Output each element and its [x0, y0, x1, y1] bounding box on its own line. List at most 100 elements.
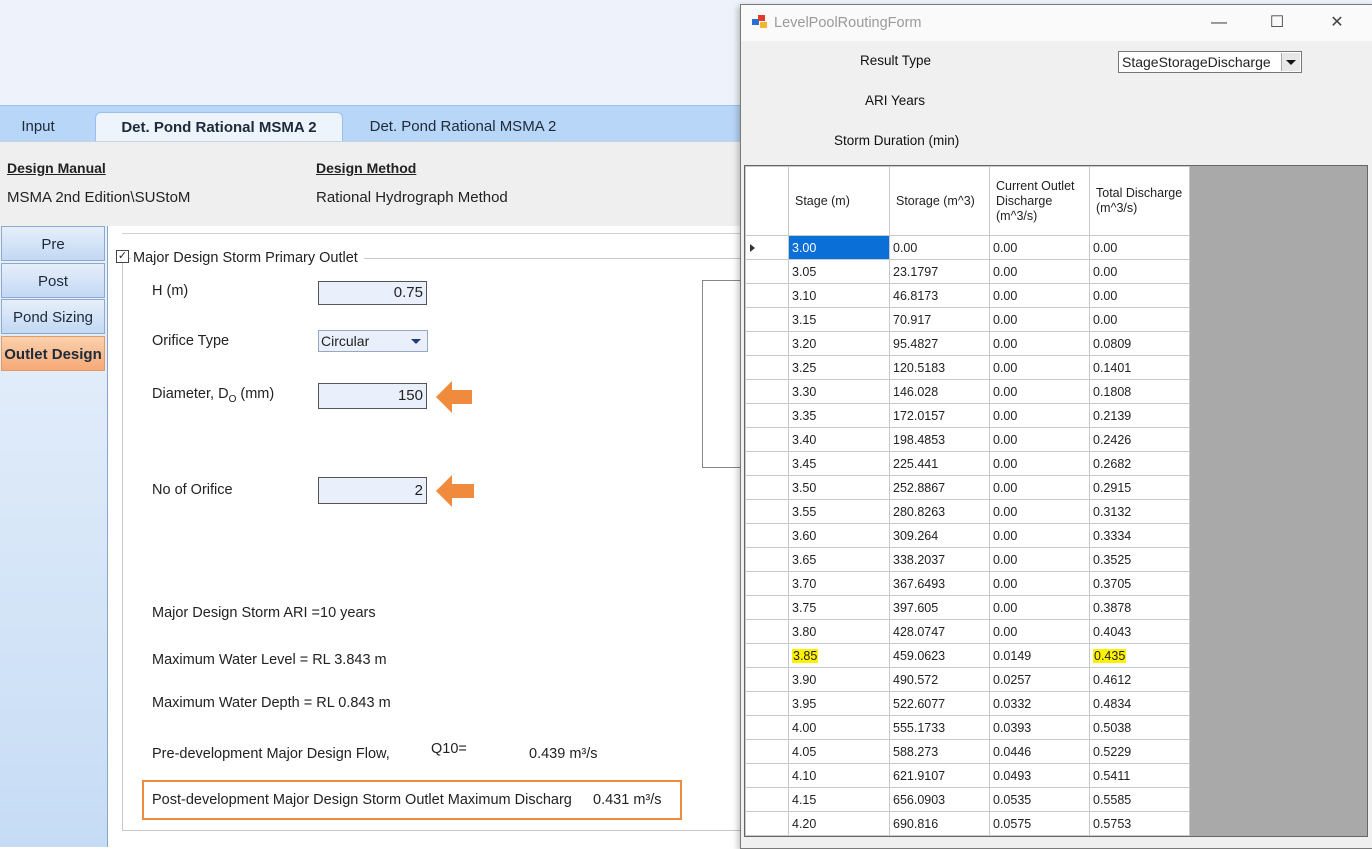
cell-current-discharge[interactable]: 0.00 [989, 475, 1090, 500]
cell-stage[interactable]: 3.10 [788, 283, 890, 308]
cell-current-discharge[interactable]: 0.0493 [989, 763, 1090, 788]
cell-stage[interactable]: 3.90 [788, 667, 890, 692]
no-orifice-input[interactable]: 2 [318, 477, 427, 504]
cell-current-discharge[interactable]: 0.00 [989, 523, 1090, 548]
row-header[interactable] [745, 811, 789, 836]
table-row[interactable]: 3.80 428.0747 0.00 0.4043 [745, 619, 1190, 644]
cell-total-discharge[interactable]: 0.4834 [1089, 691, 1190, 716]
table-row[interactable]: 3.90 490.572 0.0257 0.4612 [745, 667, 1190, 692]
row-header[interactable] [745, 643, 789, 668]
row-header[interactable] [745, 619, 789, 644]
row-header[interactable] [745, 763, 789, 788]
row-header[interactable] [745, 787, 789, 812]
cell-stage[interactable]: 3.80 [788, 619, 890, 644]
cell-storage[interactable]: 309.264 [889, 523, 990, 548]
cell-storage[interactable]: 490.572 [889, 667, 990, 692]
table-row[interactable]: 3.40 198.4853 0.00 0.2426 [745, 427, 1190, 452]
cell-total-discharge[interactable]: 0.5038 [1089, 715, 1190, 740]
cell-total-discharge[interactable]: 0.5585 [1089, 787, 1190, 812]
cell-storage[interactable]: 367.6493 [889, 571, 990, 596]
cell-total-discharge[interactable]: 0.1401 [1089, 355, 1190, 380]
row-header[interactable] [745, 739, 789, 764]
column-header-current-discharge[interactable]: Current Outlet Discharge (m^3/s) [989, 166, 1090, 236]
cell-storage[interactable]: 46.8173 [889, 283, 990, 308]
maximize-icon[interactable]: ☐ [1267, 13, 1287, 33]
cell-current-discharge[interactable]: 0.0332 [989, 691, 1090, 716]
table-row[interactable]: 3.65 338.2037 0.00 0.3525 [745, 547, 1190, 572]
cell-total-discharge[interactable]: 0.00 [1089, 259, 1190, 284]
cell-current-discharge[interactable]: 0.00 [989, 331, 1090, 356]
row-header[interactable] [745, 499, 789, 524]
table-row[interactable]: 3.85 459.0623 0.0149 0.435 [745, 643, 1190, 668]
row-header[interactable] [745, 259, 789, 284]
row-header[interactable] [745, 355, 789, 380]
cell-storage[interactable]: 70.917 [889, 307, 990, 332]
cell-total-discharge[interactable]: 0.435 [1089, 643, 1190, 668]
cell-stage[interactable]: 3.15 [788, 307, 890, 332]
nav-post[interactable]: Post [1, 263, 105, 298]
row-header[interactable] [745, 667, 789, 692]
cell-total-discharge[interactable]: 0.3878 [1089, 595, 1190, 620]
cell-current-discharge[interactable]: 0.00 [989, 403, 1090, 428]
cell-total-discharge[interactable]: 0.2426 [1089, 427, 1190, 452]
row-header[interactable] [745, 451, 789, 476]
cell-current-discharge[interactable]: 0.00 [989, 307, 1090, 332]
h-input[interactable]: 0.75 [318, 281, 427, 305]
cell-storage[interactable]: 172.0157 [889, 403, 990, 428]
table-row[interactable]: 3.30 146.028 0.00 0.1808 [745, 379, 1190, 404]
cell-current-discharge[interactable]: 0.00 [989, 619, 1090, 644]
table-row[interactable]: 3.60 309.264 0.00 0.3334 [745, 523, 1190, 548]
cell-total-discharge[interactable]: 0.1808 [1089, 379, 1190, 404]
cell-stage[interactable]: 3.35 [788, 403, 890, 428]
cell-current-discharge[interactable]: 0.00 [989, 379, 1090, 404]
cell-total-discharge[interactable]: 0.00 [1089, 307, 1190, 332]
row-header[interactable] [745, 691, 789, 716]
table-row[interactable]: 3.75 397.605 0.00 0.3878 [745, 595, 1190, 620]
table-row[interactable]: 3.50 252.8867 0.00 0.2915 [745, 475, 1190, 500]
orifice-type-select[interactable]: Circular [318, 330, 428, 352]
cell-current-discharge[interactable]: 0.00 [989, 451, 1090, 476]
table-row[interactable]: 3.20 95.4827 0.00 0.0809 [745, 331, 1190, 356]
table-row[interactable]: 3.15 70.917 0.00 0.00 [745, 307, 1190, 332]
tab-input[interactable]: Input [18, 112, 58, 142]
row-header[interactable] [745, 283, 789, 308]
cell-storage[interactable]: 338.2037 [889, 547, 990, 572]
row-header[interactable] [745, 403, 789, 428]
cell-stage[interactable]: 3.45 [788, 451, 890, 476]
cell-current-discharge[interactable]: 0.00 [989, 571, 1090, 596]
cell-stage[interactable]: 3.30 [788, 379, 890, 404]
cell-total-discharge[interactable]: 0.0809 [1089, 331, 1190, 356]
cell-current-discharge[interactable]: 0.00 [989, 355, 1090, 380]
row-header[interactable] [745, 427, 789, 452]
row-header[interactable] [745, 235, 789, 260]
cell-stage[interactable]: 3.85 [788, 643, 890, 668]
cell-stage[interactable]: 4.00 [788, 715, 890, 740]
table-row[interactable]: 3.95 522.6077 0.0332 0.4834 [745, 691, 1190, 716]
cell-storage[interactable]: 95.4827 [889, 331, 990, 356]
cell-storage[interactable]: 280.8263 [889, 499, 990, 524]
cell-stage[interactable]: 3.70 [788, 571, 890, 596]
table-row[interactable]: 3.45 225.441 0.00 0.2682 [745, 451, 1190, 476]
cell-stage[interactable]: 3.50 [788, 475, 890, 500]
cell-storage[interactable]: 146.028 [889, 379, 990, 404]
table-row[interactable]: 4.10 621.9107 0.0493 0.5411 [745, 763, 1190, 788]
cell-storage[interactable]: 522.6077 [889, 691, 990, 716]
results-grid[interactable]: Stage (m) Storage (m^3) Current Outlet D… [744, 165, 1368, 837]
row-header[interactable] [745, 307, 789, 332]
cell-current-discharge[interactable]: 0.00 [989, 499, 1090, 524]
cell-storage[interactable]: 252.8867 [889, 475, 990, 500]
table-row[interactable]: 4.20 690.816 0.0575 0.5753 [745, 811, 1190, 836]
table-row[interactable]: 4.05 588.273 0.0446 0.5229 [745, 739, 1190, 764]
table-row[interactable]: 3.00 0.00 0.00 0.00 [745, 235, 1190, 260]
cell-storage[interactable]: 690.816 [889, 811, 990, 836]
cell-stage[interactable]: 3.55 [788, 499, 890, 524]
cell-stage[interactable]: 3.00 [788, 235, 890, 260]
column-header-total-discharge[interactable]: Total Discharge (m^3/s) [1089, 166, 1190, 236]
cell-current-discharge[interactable]: 0.00 [989, 259, 1090, 284]
table-row[interactable]: 3.70 367.6493 0.00 0.3705 [745, 571, 1190, 596]
cell-storage[interactable]: 198.4853 [889, 427, 990, 452]
cell-stage[interactable]: 3.75 [788, 595, 890, 620]
cell-stage[interactable]: 3.40 [788, 427, 890, 452]
cell-storage[interactable]: 428.0747 [889, 619, 990, 644]
cell-storage[interactable]: 23.1797 [889, 259, 990, 284]
